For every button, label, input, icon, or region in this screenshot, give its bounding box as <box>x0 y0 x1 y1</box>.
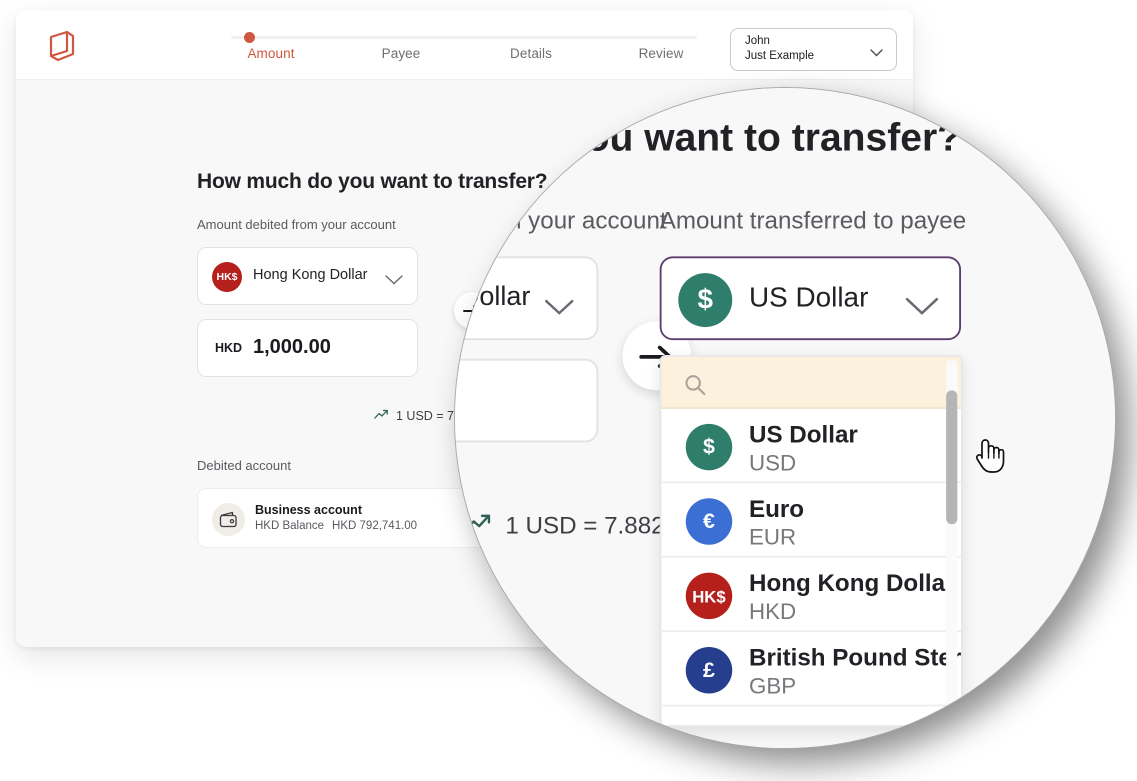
from-currency-name: Hong Kong Dollar <box>253 267 368 283</box>
tab-payee[interactable]: Payee <box>336 46 466 61</box>
chevron-down-icon <box>385 272 403 285</box>
magnified-from-currency-name: Hong Kong Dollar <box>455 282 531 313</box>
app-header: Amount Payee Details Review John Just Ex… <box>16 10 913 80</box>
magnified-label-from: Amount debited from your account <box>455 206 667 235</box>
option-code: GBP <box>748 673 797 700</box>
option-code: USD <box>748 449 797 476</box>
magnified-from-amount-input[interactable]: 1,000.00 <box>455 358 599 443</box>
debited-account-balance: HKD Balance HKD 792,741.00 <box>255 520 417 532</box>
option-code: HKD <box>748 598 797 625</box>
debited-account-label: Debited account <box>197 458 291 473</box>
progress-stepper: Amount Payee Details Review <box>206 24 726 72</box>
currency-flag-hkd-icon: HK$ <box>212 262 242 292</box>
from-amount-value: 1,000.00 <box>253 336 331 358</box>
magnified-to-currency-select[interactable]: $ US Dollar <box>659 256 962 341</box>
user-first-name: John <box>745 35 770 47</box>
balance-value: HKD 792,741.00 <box>332 520 418 532</box>
magnified-label-to: Amount transferred to payee <box>659 206 967 235</box>
tab-amount[interactable]: Amount <box>206 46 336 61</box>
option-code: EUR <box>748 524 797 551</box>
label-amount-debited: Amount debited from your account <box>197 217 396 232</box>
magnified-page-title: How much do you want to transfer? <box>455 116 962 160</box>
chevron-down-icon <box>544 292 574 315</box>
dropdown-option-gbp[interactable]: £ British Pound Sterling GBP <box>661 632 962 707</box>
dropdown-option-hkd[interactable]: HK$ Hong Kong Dollar HKD <box>661 557 962 633</box>
screenshot-root: Amount Payee Details Review John Just Ex… <box>0 0 1137 781</box>
currency-flag-usd-icon: $ <box>678 273 733 328</box>
chevron-down-icon <box>905 292 939 315</box>
stepper-track <box>231 36 697 39</box>
currency-dropdown-list: $ US Dollar USD € Euro EUR HK$ Hong Kong… <box>659 355 963 727</box>
tab-details[interactable]: Details <box>466 46 596 61</box>
balance-label: HKD Balance <box>255 520 325 532</box>
magnified-body: How much do you want to transfer? Amount… <box>455 88 1115 748</box>
step-labels: Amount Payee Details Review <box>206 46 726 61</box>
currency-flag-usd-icon: $ <box>685 423 733 471</box>
tab-review[interactable]: Review <box>596 46 726 61</box>
search-icon <box>684 372 706 396</box>
dropdown-option-usd[interactable]: $ US Dollar USD <box>661 408 962 484</box>
currency-flag-hkd-icon: HK$ <box>685 572 733 620</box>
magnified-to-currency-name: US Dollar <box>748 282 869 315</box>
magnified-content: Amount Payee Details Review How much do … <box>455 88 1115 748</box>
currency-flag-gbp-icon: £ <box>685 647 733 694</box>
dropdown-scrollbar-thumb[interactable] <box>946 390 958 525</box>
trend-up-icon <box>464 511 492 539</box>
magnifier-lens: Amount Payee Details Review How much do … <box>455 88 1115 748</box>
currency-flag-eur-icon: € <box>685 498 733 545</box>
magnified-from-currency-select[interactable]: Hong Kong Dollar <box>455 256 599 341</box>
stepper-current-dot <box>244 32 255 43</box>
dropdown-option-eur[interactable]: € Euro EUR <box>661 483 962 558</box>
option-name: US Dollar <box>748 420 858 448</box>
chevron-down-icon <box>870 44 883 57</box>
from-amount-input[interactable]: HKD 1,000.00 <box>197 319 418 377</box>
hand-pointer-cursor <box>972 435 1006 475</box>
currency-search-input[interactable] <box>661 356 962 409</box>
wallet-icon <box>212 503 245 536</box>
company-logo-icon[interactable] <box>42 27 80 65</box>
option-name: Hong Kong Dollar <box>748 568 955 597</box>
trend-up-icon <box>374 409 389 423</box>
from-amount-currency-code: HKD <box>215 341 243 355</box>
option-name: British Pound Sterling <box>748 643 962 672</box>
user-last-name: Just Example <box>745 50 815 62</box>
debited-account-name: Business account <box>255 503 362 517</box>
from-currency-select[interactable]: HK$ Hong Kong Dollar <box>197 247 418 305</box>
user-account-selector[interactable]: John Just Example <box>730 28 897 71</box>
option-name: Euro <box>748 494 805 523</box>
